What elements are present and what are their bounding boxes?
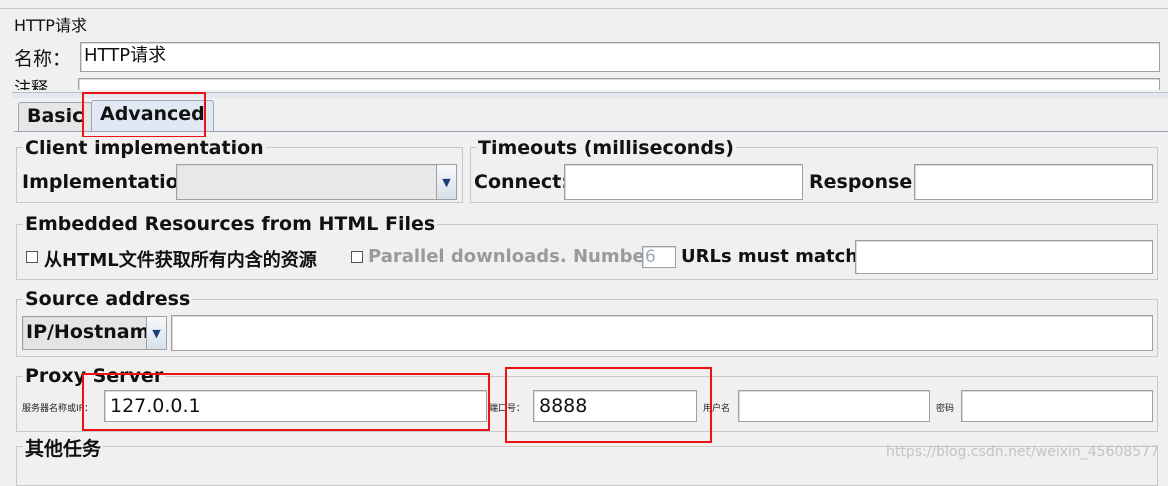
source-type-value: IP/Hostname: [26, 321, 163, 343]
parallel-downloads-checkbox[interactable]: [351, 251, 363, 263]
timeouts-legend: Timeouts (milliseconds): [476, 137, 736, 159]
source-address-legend: Source address: [23, 288, 193, 310]
parallel-downloads-label: Parallel downloads. Number:: [368, 246, 661, 267]
name-input[interactable]: HTTP请求: [80, 42, 1160, 72]
connect-timeout-input[interactable]: [564, 164, 803, 200]
name-label: 名称：: [14, 48, 72, 70]
proxy-password-label: 密码: [936, 404, 955, 414]
comment-label: 注释: [14, 79, 48, 90]
watermark: https://blog.csdn.net/weixin_45608577: [886, 444, 1160, 460]
retrieve-resources-checkbox[interactable]: [26, 251, 38, 263]
proxy-password-input[interactable]: [961, 390, 1153, 422]
implementation-select[interactable]: [176, 164, 457, 200]
page-title: HTTP请求: [14, 16, 87, 35]
comment-input[interactable]: [78, 78, 1160, 90]
top-divider: [0, 8, 1168, 9]
proxy-server-highlight: [82, 373, 490, 431]
response-label: Response:: [809, 171, 920, 193]
embedded-legend: Embedded Resources from HTML Files: [23, 213, 438, 235]
urls-match-label: URLs must match:: [681, 246, 866, 267]
urls-match-input[interactable]: [855, 240, 1153, 274]
connect-label: Connect:: [474, 171, 569, 193]
implementation-label: Implementation:: [22, 171, 200, 193]
source-address-input[interactable]: [171, 315, 1153, 351]
client-impl-legend: Client implementation: [23, 137, 266, 159]
chevron-down-icon[interactable]: ▼: [436, 165, 456, 199]
proxy-port-highlight: [505, 367, 712, 443]
advanced-tab-highlight: [82, 92, 206, 138]
chevron-down-icon[interactable]: ▼: [146, 317, 166, 349]
parallel-number-input[interactable]: 6: [642, 246, 676, 268]
proxy-username-input[interactable]: [738, 390, 930, 422]
response-timeout-input[interactable]: [914, 164, 1153, 200]
other-tasks-legend: 其他任务: [23, 434, 104, 461]
retrieve-resources-label: 从HTML文件获取所有内含的资源: [44, 250, 317, 271]
